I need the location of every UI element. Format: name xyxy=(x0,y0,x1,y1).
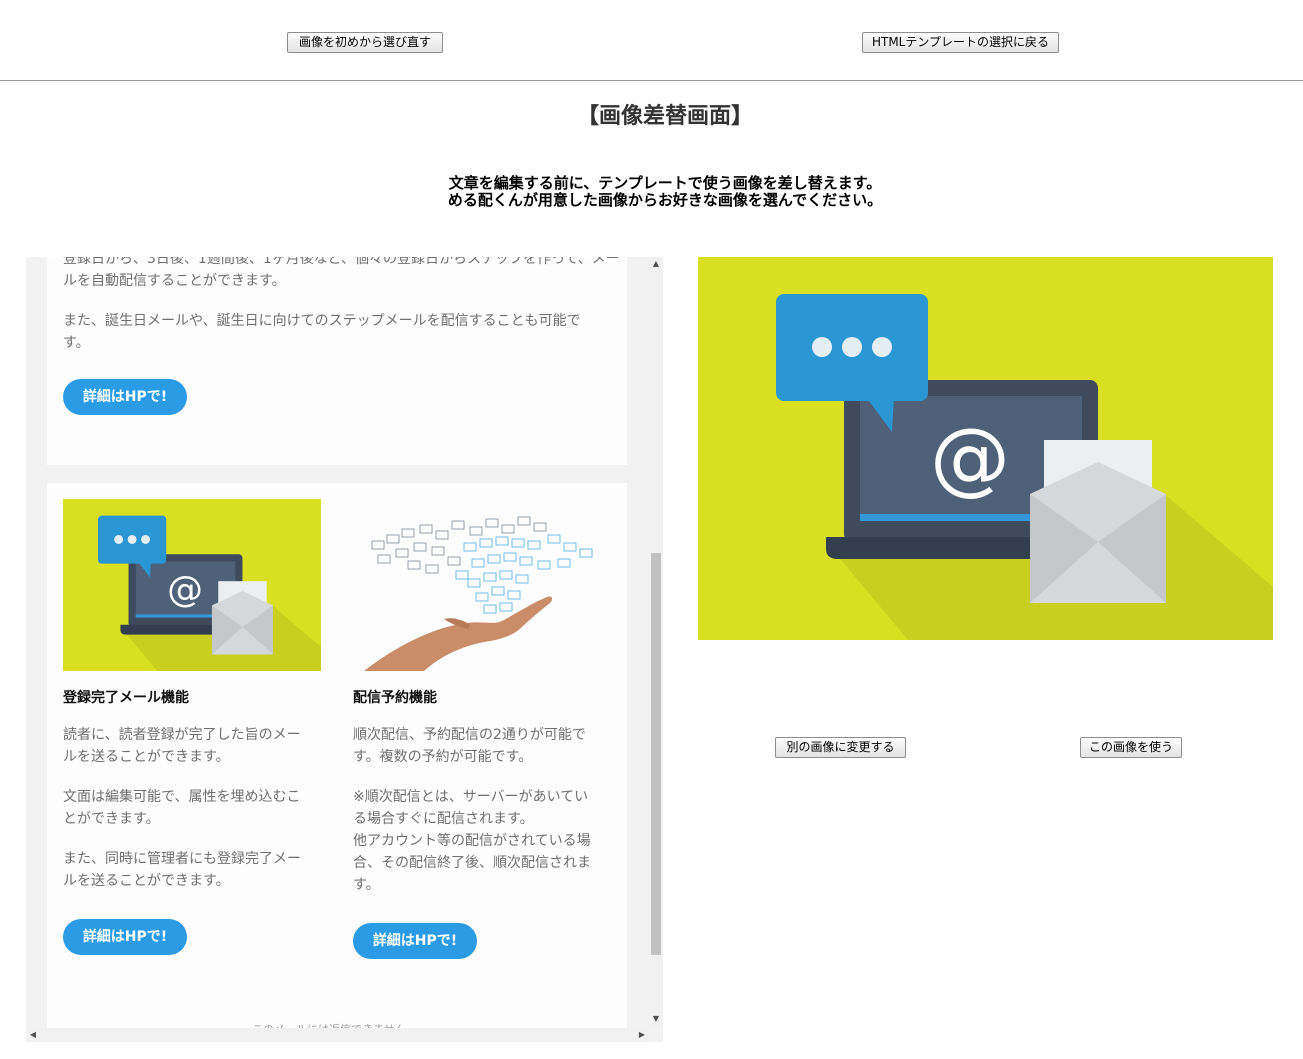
feature-right-cta-button[interactable]: 詳細はHPで! xyxy=(353,923,477,959)
feature-left-cta-button[interactable]: 詳細はHPで! xyxy=(63,919,187,955)
feature-card: @ 登録完了メール機能 読者に、読者登録が完了した旨のメー ルを送ることができま… xyxy=(47,483,627,1036)
scroll-down-arrow-icon[interactable]: ▼ xyxy=(649,1012,663,1026)
scroll-right-arrow-icon[interactable]: ▶ xyxy=(635,1028,649,1042)
use-image-button[interactable]: この画像を使う xyxy=(1080,737,1182,758)
feature-right-title: 配信予約機能 xyxy=(353,690,437,706)
feature-left-p1b: ルを送ることができます。 xyxy=(63,749,230,765)
page-title: 【画像差替画面】 xyxy=(576,104,753,129)
change-image-button[interactable]: 別の画像に変更する xyxy=(775,737,906,758)
preview-scroll-thumb[interactable] xyxy=(651,553,661,955)
scroll-up-arrow-icon[interactable]: ▲ xyxy=(649,257,663,271)
envelope-icon xyxy=(1030,440,1166,603)
top-card-text-2b: す。 xyxy=(63,335,90,351)
instructions: 文章を編集する前に、テンプレートで使う画像を差し替えます。 める配くんが用意した… xyxy=(0,175,1303,209)
hand-envelopes-thumbnail[interactable] xyxy=(352,499,612,671)
feature-left-p3a: また、同時に管理者にも登録完了メー xyxy=(63,851,301,867)
reselect-image-button[interactable]: 画像を初めから選び直す xyxy=(287,32,443,53)
feature-right-p1b: す。複数の予約が可能です。 xyxy=(353,749,533,765)
feature-left-p3b: ルを送ることができます。 xyxy=(63,873,230,889)
feature-left-p1a: 読者に、読者登録が完了した旨のメー xyxy=(63,727,301,743)
laptop-mail-thumbnail[interactable]: @ xyxy=(63,499,321,671)
instruction-line-2: める配くんが用意した画像からお好きな画像を選んでください。 xyxy=(447,191,883,209)
preview-vertical-scrollbar[interactable]: ▲ ▼ xyxy=(649,257,663,1028)
feature-right-p2e: す。 xyxy=(353,877,380,893)
instruction-line-1: 文章を編集する前に、テンプレートで使う画像を差し替えます。 xyxy=(448,174,882,192)
feature-right-p1a: 順次配信、予約配信の2通りが可能で xyxy=(353,727,586,743)
header-divider xyxy=(0,80,1303,81)
selected-image-preview: @ xyxy=(698,257,1273,640)
scroll-left-arrow-icon[interactable]: ◀ xyxy=(26,1028,40,1042)
feature-left-p2a: 文面は編集可能で、属性を埋め込むこ xyxy=(63,789,301,805)
top-feature-card: 登録日から、3日後、1週間後、1ヶ月後など、個々の登録日からステップを作って、メ… xyxy=(47,257,627,465)
top-card-text-2a: また、誕生日メールや、誕生日に向けてのステップメールを配信することも可能で xyxy=(63,313,581,329)
back-to-template-button[interactable]: HTMLテンプレートの選択に戻る xyxy=(862,32,1059,53)
template-preview-pane[interactable]: 登録日から、3日後、1週間後、1ヶ月後など、個々の登録日からステップを作って、メ… xyxy=(26,257,663,1042)
feature-right-p2b: る場合すぐに配信されます。 xyxy=(353,811,534,827)
feature-left-title: 登録完了メール機能 xyxy=(63,690,189,706)
at-sign-icon: @ xyxy=(930,411,1010,504)
preview-horizontal-scrollbar[interactable]: ◀ ▶ xyxy=(26,1028,649,1042)
top-card-text-1a: 登録日から、3日後、1週間後、1ヶ月後など、個々の登録日からステップを作って、メ… xyxy=(63,257,620,267)
svg-text:@: @ xyxy=(167,569,203,610)
feature-right-p2d: 合、その配信終了後、順次配信されま xyxy=(353,855,591,871)
feature-left-p2b: とができます。 xyxy=(63,811,160,827)
top-card-text-1b: ルを自動配信することができます。 xyxy=(63,273,286,289)
top-card-cta-button[interactable]: 詳細はHPで! xyxy=(63,379,187,415)
feature-right-p2a: ※順次配信とは、サーバーがあいてい xyxy=(353,789,589,805)
feature-right-p2c: 他アカウント等の配信がされている場 xyxy=(353,833,591,849)
